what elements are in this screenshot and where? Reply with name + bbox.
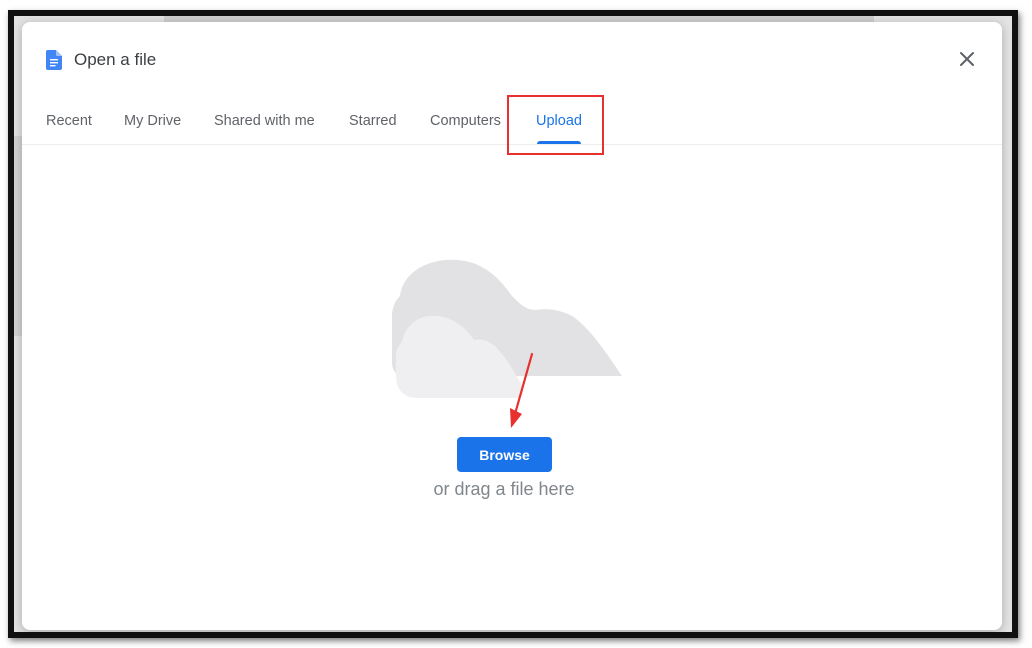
tab-recent[interactable]: Recent [46,100,92,144]
close-icon[interactable] [956,48,978,70]
dialog-title: Open a file [74,50,157,69]
upload-tab-highlight [507,95,604,155]
tab-shared-with-me[interactable]: Shared with me [214,100,315,144]
annotation-arrow [510,352,534,428]
tab-starred[interactable]: Starred [349,100,397,144]
screenshot-frame: Open a file Recent My Drive Shared with … [0,0,1032,648]
google-docs-icon [46,50,62,70]
drag-drop-hint: or drag a file here [433,479,575,499]
open-file-dialog: Open a file Recent My Drive Shared with … [22,22,1002,630]
browse-button[interactable]: Browse [457,437,552,472]
tab-computers[interactable]: Computers [430,100,501,144]
backdrop-side-strip [14,136,22,336]
dialog-header: Open a file [46,48,156,72]
tab-my-drive[interactable]: My Drive [124,100,181,144]
